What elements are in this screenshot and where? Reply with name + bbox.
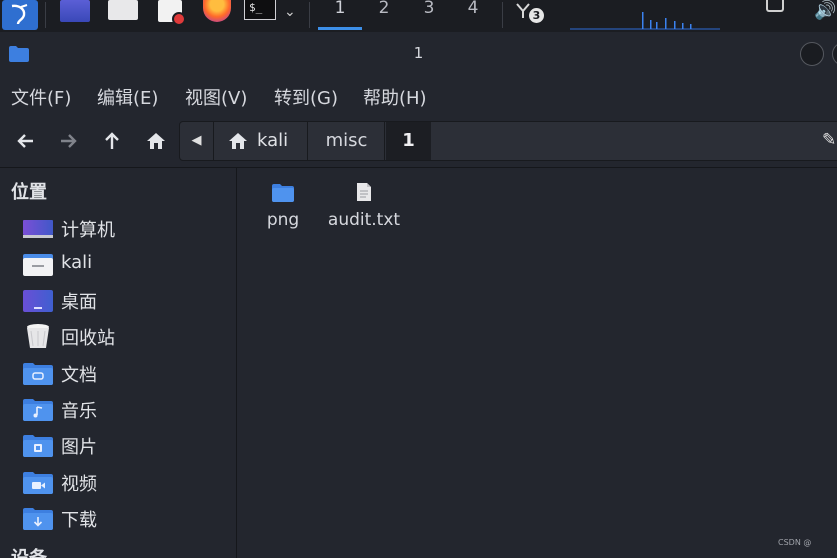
sidebar-heading: 位置 bbox=[11, 182, 47, 203]
file-item-audit-txt[interactable]: audit.txt bbox=[324, 180, 404, 233]
computer-icon bbox=[23, 220, 53, 238]
sidebar: 位置 计算机 kali 桌面 回收站 文档 音乐 图片 视频 下载 设备 bbox=[0, 168, 237, 558]
home-icon bbox=[147, 133, 165, 149]
sidebar-item-label: 下载 bbox=[61, 510, 97, 531]
sidebar-item-downloads[interactable]: 下载 bbox=[0, 501, 236, 535]
home-icon bbox=[229, 133, 247, 149]
sidebar-item-label: 音乐 bbox=[61, 401, 97, 422]
network-badge: 3 bbox=[529, 8, 544, 23]
watermark: CSDN @ bbox=[778, 538, 812, 547]
documents-folder-icon bbox=[23, 363, 53, 385]
videos-folder-icon bbox=[23, 472, 53, 494]
window-title: 1 bbox=[413, 44, 424, 62]
sidebar-item-label: 回收站 bbox=[61, 328, 115, 349]
cpu-graph-icon bbox=[570, 12, 720, 30]
text-editor-icon[interactable] bbox=[158, 0, 186, 26]
folder-icon bbox=[272, 184, 294, 202]
forward-button[interactable] bbox=[55, 128, 81, 154]
sidebar-heading-devices: 设备 bbox=[11, 544, 47, 558]
workspace-2[interactable]: 2 bbox=[362, 0, 406, 30]
home-button[interactable] bbox=[143, 128, 169, 154]
breadcrumb-current[interactable]: 1 bbox=[386, 122, 431, 160]
pictures-folder-icon bbox=[23, 435, 53, 457]
terminal-icon[interactable]: $_ bbox=[244, 0, 276, 20]
sidebar-item-desktop[interactable]: 桌面 bbox=[0, 283, 236, 317]
desktop-icon bbox=[23, 290, 53, 312]
sidebar-item-label: 桌面 bbox=[61, 292, 97, 313]
firefox-icon[interactable] bbox=[203, 0, 231, 22]
back-button[interactable] bbox=[13, 128, 39, 154]
sidebar-item-label: kali bbox=[61, 252, 93, 273]
sidebar-item-documents[interactable]: 文档 bbox=[0, 356, 236, 390]
path-scroll-left-button[interactable]: ◀ bbox=[180, 122, 214, 160]
file-name: png bbox=[266, 210, 300, 230]
sidebar-item-label: 视频 bbox=[61, 474, 97, 495]
window-titlebar: 1 bbox=[0, 32, 837, 76]
menu-bar: 文件(F) 编辑(E) 视图(V) 转到(G) 帮助(H) bbox=[0, 76, 837, 114]
downloads-folder-icon bbox=[23, 508, 53, 530]
path-bar: ◀ kali misc 1 bbox=[179, 121, 837, 161]
volume-icon[interactable]: 🔊 bbox=[814, 0, 836, 21]
taskbar-separator bbox=[309, 2, 310, 28]
menu-file[interactable]: 文件(F) bbox=[11, 84, 71, 110]
breadcrumb-label: misc bbox=[325, 130, 368, 151]
menu-view[interactable]: 视图(V) bbox=[185, 84, 247, 110]
file-view[interactable]: png audit.txt bbox=[238, 168, 837, 558]
menu-edit[interactable]: 编辑(E) bbox=[97, 84, 158, 110]
arrow-left-icon bbox=[17, 134, 33, 148]
breadcrumb-misc[interactable]: misc bbox=[309, 122, 385, 160]
network-icon[interactable]: 3 bbox=[515, 2, 545, 26]
taskbar-separator bbox=[45, 2, 46, 28]
chevron-down-icon[interactable]: ⌄ bbox=[284, 4, 296, 20]
sidebar-item-home[interactable]: kali bbox=[0, 247, 236, 281]
trash-icon bbox=[27, 324, 49, 348]
home-folder-icon bbox=[23, 254, 53, 276]
battery-icon[interactable] bbox=[766, 0, 784, 12]
workspace-1[interactable]: 1 bbox=[318, 0, 362, 30]
sidebar-item-videos[interactable]: 视频 bbox=[0, 465, 236, 499]
sidebar-item-pictures[interactable]: 图片 bbox=[0, 428, 236, 462]
taskbar-separator bbox=[502, 2, 503, 28]
kali-menu-icon[interactable] bbox=[2, 0, 38, 30]
up-button[interactable] bbox=[99, 128, 125, 154]
sidebar-item-label: 图片 bbox=[61, 437, 97, 458]
workspace-3[interactable]: 3 bbox=[407, 0, 451, 30]
file-manager-icon[interactable] bbox=[108, 0, 138, 20]
file-item-png[interactable]: png bbox=[243, 180, 323, 233]
taskbar: $_ ⌄ 1 2 3 4 3 🔊 bbox=[0, 0, 837, 32]
arrow-right-icon bbox=[61, 134, 77, 148]
toolbar: ◀ kali misc 1 bbox=[0, 114, 837, 168]
file-name: audit.txt bbox=[327, 210, 401, 230]
workspace-4[interactable]: 4 bbox=[451, 0, 495, 30]
breadcrumb-kali[interactable]: kali bbox=[215, 122, 308, 160]
arrow-up-icon bbox=[105, 132, 119, 149]
text-file-icon bbox=[357, 183, 371, 201]
sidebar-item-label: 计算机 bbox=[61, 220, 115, 241]
menu-help[interactable]: 帮助(H) bbox=[363, 84, 427, 110]
show-desktop-icon[interactable] bbox=[60, 0, 90, 22]
music-folder-icon bbox=[23, 399, 53, 421]
menu-go[interactable]: 转到(G) bbox=[274, 84, 338, 110]
edit-path-icon[interactable]: ✎ bbox=[822, 130, 836, 150]
sidebar-item-computer[interactable]: 计算机 bbox=[0, 211, 236, 245]
sidebar-item-trash[interactable]: 回收站 bbox=[0, 319, 236, 353]
sidebar-item-label: 文档 bbox=[61, 365, 97, 386]
breadcrumb-label: 1 bbox=[402, 130, 415, 151]
breadcrumb-label: kali bbox=[257, 130, 289, 151]
minimize-button[interactable] bbox=[800, 42, 824, 66]
sidebar-item-music[interactable]: 音乐 bbox=[0, 392, 236, 426]
